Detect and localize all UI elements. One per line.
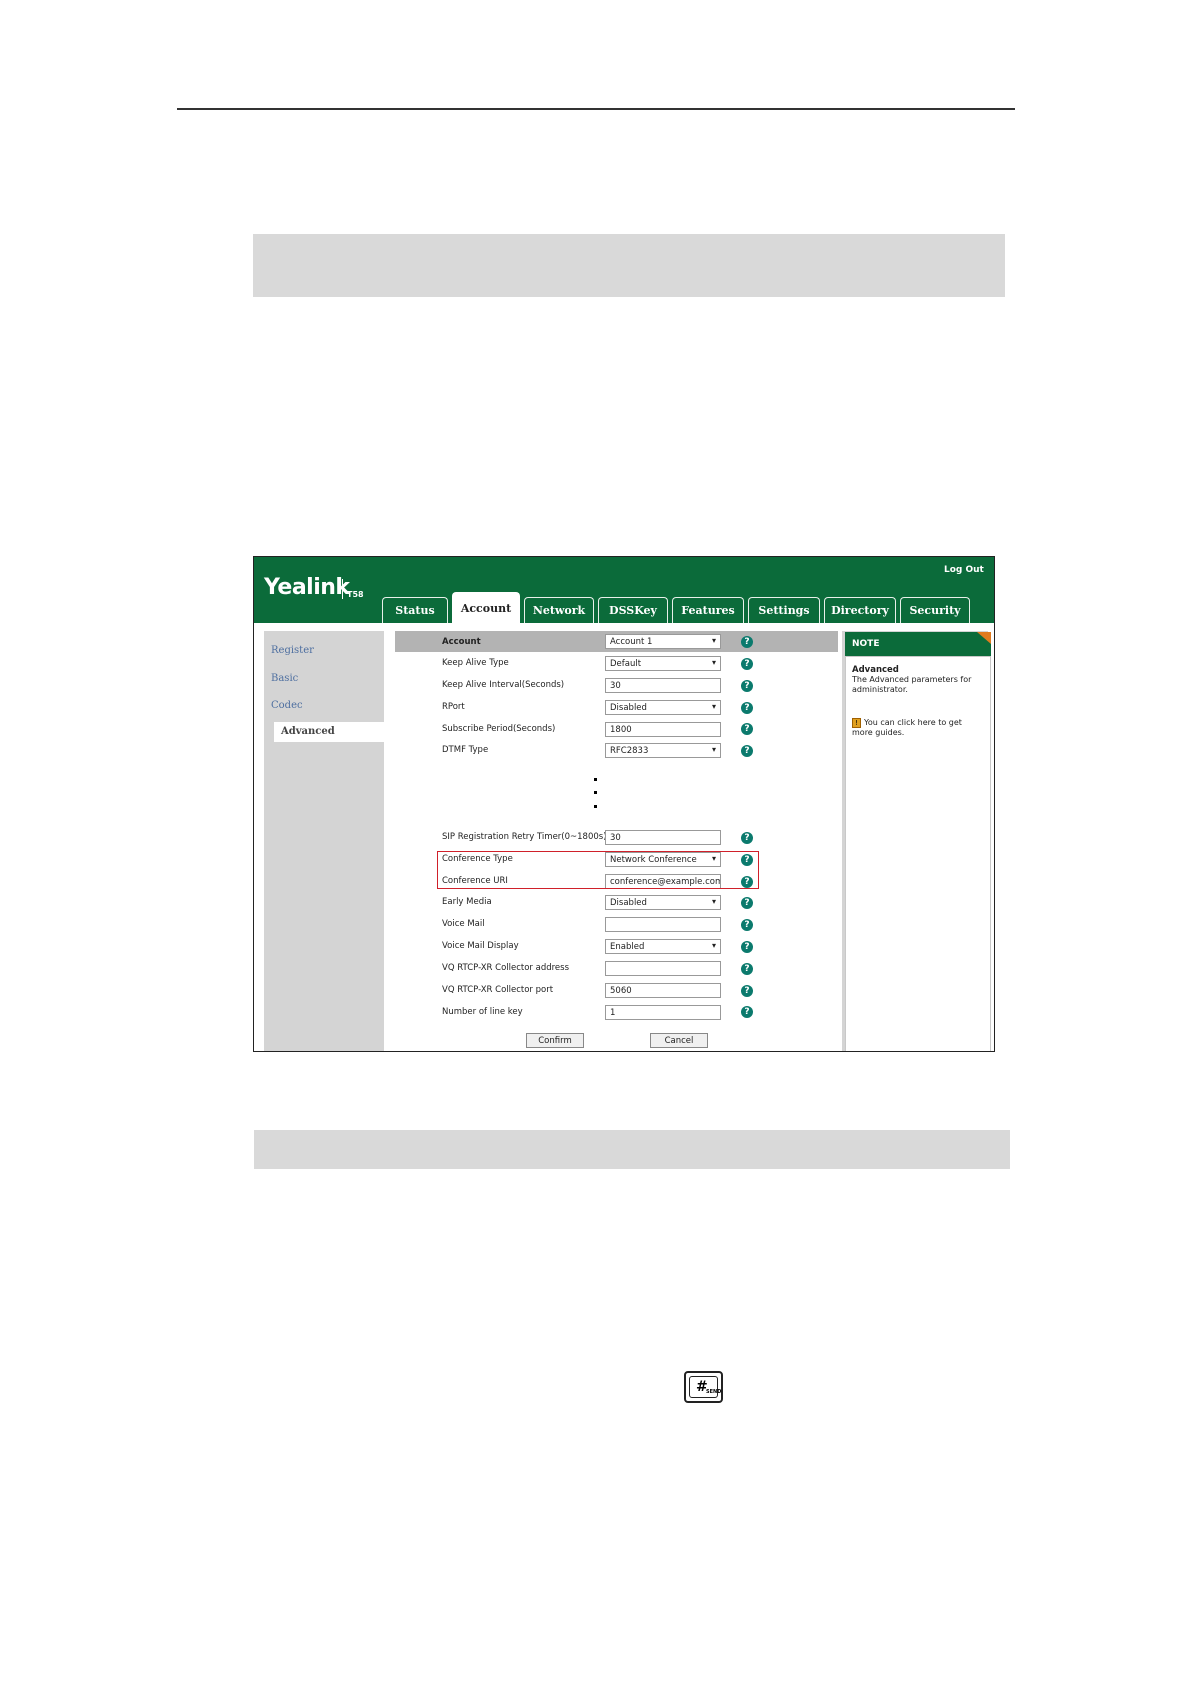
help-icon[interactable]: ? bbox=[741, 985, 753, 997]
label-early-media: Early Media bbox=[442, 897, 492, 907]
tab-security[interactable]: Security bbox=[900, 597, 970, 623]
help-icon[interactable]: ? bbox=[741, 636, 753, 648]
key-face: # SEND bbox=[689, 1376, 722, 1398]
help-icon[interactable]: ? bbox=[741, 832, 753, 844]
tab-dsskey[interactable]: DSSKey bbox=[598, 597, 668, 623]
voice-mail-display-select[interactable]: Enabled bbox=[605, 939, 721, 954]
help-icon[interactable]: ? bbox=[741, 680, 753, 692]
subscribe-period-input[interactable]: 1800 bbox=[605, 722, 721, 737]
sidebar-item-advanced[interactable]: Advanced bbox=[274, 722, 384, 742]
label-vq-collector-address: VQ RTCP-XR Collector address bbox=[442, 963, 570, 973]
sidebar-item-label: Advanced bbox=[281, 726, 335, 737]
ellipsis-dot bbox=[594, 791, 597, 794]
label-account: Account bbox=[442, 637, 481, 647]
guide-icon: ! bbox=[852, 718, 861, 728]
label-keep-alive-interval: Keep Alive Interval(Seconds) bbox=[442, 680, 565, 690]
note-guide-link[interactable]: ! You can click here to get more guides. bbox=[852, 718, 978, 738]
help-icon[interactable]: ? bbox=[741, 702, 753, 714]
tab-features[interactable]: Features bbox=[672, 597, 744, 623]
logout-link[interactable]: Log Out bbox=[944, 565, 984, 575]
header-rule bbox=[177, 108, 1015, 110]
label-dtmf-type: DTMF Type bbox=[442, 745, 489, 755]
note-corner-mark bbox=[977, 632, 991, 644]
label-voice-mail: Voice Mail bbox=[442, 919, 485, 929]
help-icon[interactable]: ? bbox=[741, 658, 753, 670]
ellipsis-dot bbox=[594, 805, 597, 808]
logo-separator bbox=[342, 579, 343, 599]
account-select[interactable]: Account 1 bbox=[605, 634, 721, 649]
tab-settings[interactable]: Settings bbox=[748, 597, 820, 623]
note-header: NOTE bbox=[845, 632, 991, 656]
vq-collector-port-input[interactable]: 5060 bbox=[605, 983, 721, 998]
help-icon[interactable]: ? bbox=[741, 963, 753, 975]
help-icon[interactable]: ? bbox=[741, 941, 753, 953]
help-icon[interactable]: ? bbox=[741, 897, 753, 909]
yealink-logo: Yealink bbox=[264, 575, 350, 600]
highlight-box bbox=[437, 851, 759, 889]
send-key-icon: # SEND bbox=[684, 1371, 723, 1403]
cancel-button[interactable]: Cancel bbox=[650, 1033, 708, 1048]
help-icon[interactable]: ? bbox=[741, 919, 753, 931]
label-voice-mail-display: Voice Mail Display bbox=[442, 941, 519, 951]
rport-select[interactable]: Disabled bbox=[605, 700, 721, 715]
note-panel bbox=[845, 656, 991, 1051]
confirm-button[interactable]: Confirm bbox=[526, 1033, 584, 1048]
model-label: T58 bbox=[347, 590, 364, 599]
sidebar-item-register[interactable]: Register bbox=[271, 645, 314, 656]
label-sip-retry-timer: SIP Registration Retry Timer(0~1800s) bbox=[442, 832, 607, 842]
voice-mail-input[interactable] bbox=[605, 917, 721, 932]
sidebar bbox=[264, 631, 384, 1051]
callout-bar bbox=[253, 234, 1005, 297]
tab-status[interactable]: Status bbox=[382, 597, 448, 623]
tab-network[interactable]: Network bbox=[524, 597, 594, 623]
label-number-of-line-key: Number of line key bbox=[442, 1007, 523, 1017]
note-text: The Advanced parameters for administrato… bbox=[852, 675, 972, 694]
help-icon[interactable]: ? bbox=[741, 745, 753, 757]
note-link-text: You can click here to get more guides. bbox=[852, 718, 962, 737]
help-icon[interactable]: ? bbox=[741, 1006, 753, 1018]
label-subscribe-period: Subscribe Period(Seconds) bbox=[442, 724, 556, 734]
label-keep-alive-type: Keep Alive Type bbox=[442, 658, 509, 668]
vq-collector-address-input[interactable] bbox=[605, 961, 721, 976]
keep-alive-type-select[interactable]: Default bbox=[605, 656, 721, 671]
label-rport: RPort bbox=[442, 702, 465, 712]
sidebar-item-basic[interactable]: Basic bbox=[271, 673, 298, 684]
sidebar-item-codec[interactable]: Codec bbox=[271, 700, 303, 711]
callout-bar bbox=[254, 1130, 1010, 1169]
tab-directory[interactable]: Directory bbox=[824, 597, 896, 623]
ellipsis-dot bbox=[594, 778, 597, 781]
label-vq-collector-port: VQ RTCP-XR Collector port bbox=[442, 985, 554, 995]
keep-alive-interval-input[interactable]: 30 bbox=[605, 678, 721, 693]
help-icon[interactable]: ? bbox=[741, 723, 753, 735]
web-ui-screenshot: Yealink T58 Log Out Status Account Netwo… bbox=[253, 556, 995, 1052]
number-of-line-key-input[interactable]: 1 bbox=[605, 1005, 721, 1020]
note-title: Advanced bbox=[852, 665, 899, 675]
dtmf-type-select[interactable]: RFC2833 bbox=[605, 743, 721, 758]
key-sub-label: SEND bbox=[706, 1389, 722, 1395]
early-media-select[interactable]: Disabled bbox=[605, 895, 721, 910]
tab-account[interactable]: Account bbox=[452, 592, 520, 623]
sip-retry-timer-input[interactable]: 30 bbox=[605, 830, 721, 845]
